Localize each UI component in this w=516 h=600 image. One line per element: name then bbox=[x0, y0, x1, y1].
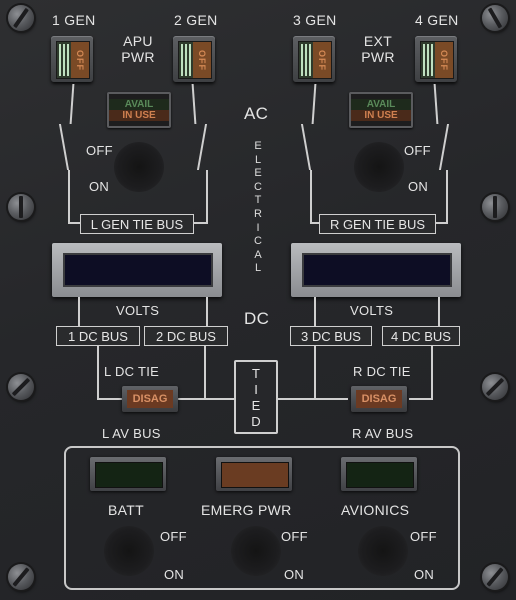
avionics-lamp bbox=[341, 457, 417, 491]
screw-icon bbox=[482, 5, 508, 31]
apu-pwr-knob[interactable] bbox=[114, 142, 164, 192]
apu-avail-annunciator[interactable]: AVAIL IN USE bbox=[107, 92, 171, 128]
emerg-pwr-label: EMERG PWR bbox=[201, 502, 292, 518]
batt-knob[interactable] bbox=[104, 526, 154, 576]
dc-bus-4: 4 DC BUS bbox=[382, 326, 460, 346]
dc-label: DC bbox=[244, 309, 270, 328]
gen3-switch[interactable]: OFF bbox=[293, 36, 335, 82]
gen3-label: 3 GEN bbox=[293, 12, 337, 28]
screw-icon bbox=[8, 564, 34, 590]
avionics-off-label: OFF bbox=[410, 529, 437, 544]
gen4-label: 4 GEN bbox=[415, 12, 459, 28]
batt-label: BATT bbox=[108, 502, 144, 518]
ext-knob-on-label: ON bbox=[408, 179, 429, 194]
emerg-pwr-knob[interactable] bbox=[231, 526, 281, 576]
avionics-on-label: ON bbox=[414, 567, 435, 582]
apu-knob-off-label: OFF bbox=[86, 143, 113, 158]
l-dc-tie-label: L DC TIE bbox=[104, 364, 160, 379]
batt-on-label: ON bbox=[164, 567, 185, 582]
ext-pwr-label: EXT PWR bbox=[361, 33, 395, 65]
left-volts-display bbox=[52, 243, 222, 297]
ext-avail-annunciator[interactable]: AVAIL IN USE bbox=[349, 92, 413, 128]
ac-label: AC bbox=[244, 104, 269, 123]
electrical-panel: 1 GEN 2 GEN 3 GEN 4 GEN APU PWR EXT PWR OF… bbox=[0, 0, 516, 600]
batt-lamp bbox=[90, 457, 166, 491]
emerg-pwr-lamp bbox=[216, 457, 292, 491]
screw-icon bbox=[482, 564, 508, 590]
screw-icon bbox=[482, 374, 508, 400]
tied-indicator: TI ED bbox=[234, 360, 278, 434]
electrical-vertical-label: EL EC TR IC AL bbox=[254, 140, 262, 275]
ext-pwr-knob[interactable] bbox=[354, 142, 404, 192]
avionics-knob[interactable] bbox=[358, 526, 408, 576]
gen2-label: 2 GEN bbox=[174, 12, 218, 28]
emerg-off-label: OFF bbox=[281, 529, 308, 544]
screw-icon bbox=[8, 194, 34, 220]
dc-bus-2: 2 DC BUS bbox=[144, 326, 228, 346]
l-av-bus-label: L AV BUS bbox=[102, 426, 161, 441]
left-volts-label: VOLTS bbox=[116, 303, 160, 318]
ext-knob-off-label: OFF bbox=[404, 143, 431, 158]
l-dc-tie-button[interactable]: DISAG bbox=[122, 386, 178, 412]
apu-pwr-label: APU PWR bbox=[121, 33, 155, 65]
r-dc-tie-button[interactable]: DISAG bbox=[351, 386, 407, 412]
screw-icon bbox=[8, 374, 34, 400]
batt-off-label: OFF bbox=[160, 529, 187, 544]
gen2-switch[interactable]: OFF bbox=[173, 36, 215, 82]
r-dc-tie-label: R DC TIE bbox=[353, 364, 411, 379]
apu-knob-on-label: ON bbox=[89, 179, 110, 194]
emerg-on-label: ON bbox=[284, 567, 305, 582]
screw-icon bbox=[8, 5, 34, 31]
l-gen-tie-bus: L GEN TIE BUS bbox=[80, 214, 194, 234]
dc-bus-1: 1 DC BUS bbox=[56, 326, 140, 346]
gen1-label: 1 GEN bbox=[52, 12, 96, 28]
screw-icon bbox=[482, 194, 508, 220]
r-gen-tie-bus: R GEN TIE BUS bbox=[319, 214, 436, 234]
gen1-switch[interactable]: OFF bbox=[51, 36, 93, 82]
right-volts-display bbox=[291, 243, 461, 297]
dc-bus-3: 3 DC BUS bbox=[290, 326, 372, 346]
right-volts-label: VOLTS bbox=[350, 303, 394, 318]
avionics-label: AVIONICS bbox=[341, 502, 410, 518]
gen4-switch[interactable]: OFF bbox=[415, 36, 457, 82]
r-av-bus-label: R AV BUS bbox=[352, 426, 414, 441]
